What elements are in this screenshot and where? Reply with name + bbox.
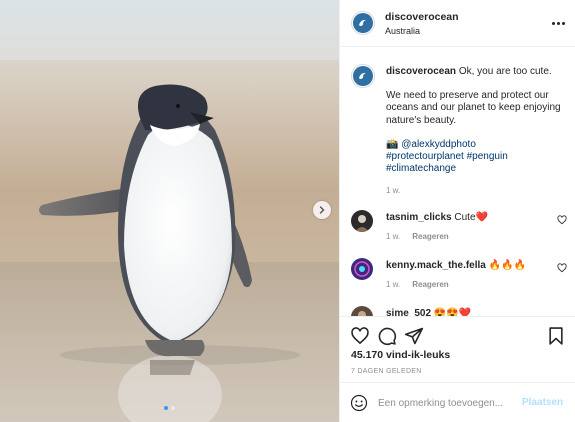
comment-meta: 1 w. Reageren xyxy=(386,280,449,289)
carousel-indicator xyxy=(164,406,175,410)
ocean-logo-icon xyxy=(359,72,366,79)
post-side-panel: discoverocean Australia discoverocean Ok… xyxy=(339,0,575,422)
camera-emoji: 📸 xyxy=(386,138,399,150)
avatar-image xyxy=(351,258,373,280)
comment-text: Cute❤️ xyxy=(454,212,488,223)
comment-body: tasnim_clicks Cute❤️ xyxy=(386,212,488,223)
comment-meta: 1 w. Reageren xyxy=(386,232,449,241)
post-date[interactable]: 7 DAGEN GELEDEN xyxy=(351,368,422,375)
comment-username[interactable]: kenny.mack_the.fella xyxy=(386,260,486,271)
comment-time[interactable]: 1 w. xyxy=(386,280,400,289)
comment-time[interactable]: 1 w. xyxy=(386,232,400,241)
caption-username[interactable]: discoverocean xyxy=(386,66,456,77)
carousel-dot-active xyxy=(164,406,168,410)
add-comment-bar: Plaatsen xyxy=(340,382,575,422)
likes-count[interactable]: 45.170 vind-ik-leuks xyxy=(351,349,450,361)
heart-icon[interactable] xyxy=(557,215,567,225)
action-bar: 45.170 vind-ik-leuks 7 DAGEN GELEDEN xyxy=(340,316,575,380)
heart-icon[interactable] xyxy=(557,263,567,273)
post-photo[interactable] xyxy=(0,0,339,422)
caption-time[interactable]: 1 w. xyxy=(386,186,400,195)
chevron-right-icon xyxy=(319,206,325,214)
avatar-image xyxy=(351,306,373,316)
avatar[interactable] xyxy=(351,210,373,232)
hashtags-line2[interactable]: #climatechange xyxy=(386,163,568,175)
comment-text: 😍😍❤️ xyxy=(433,308,472,316)
more-options-button[interactable] xyxy=(550,14,566,30)
instagram-post: discoverocean Australia discoverocean Ok… xyxy=(0,0,575,422)
caption: discoverocean Ok, you are too cute. We n… xyxy=(386,66,568,175)
comment-input[interactable] xyxy=(378,393,508,413)
avatar[interactable] xyxy=(351,258,373,280)
post-comment-button[interactable]: Plaatsen xyxy=(522,397,563,408)
bookmark-icon[interactable] xyxy=(546,326,566,346)
reply-button[interactable]: Reageren xyxy=(412,232,448,241)
comment-username[interactable]: sime_502 xyxy=(386,308,431,316)
comment-username[interactable]: tasnim_clicks xyxy=(386,212,452,223)
avatar-logo xyxy=(353,13,373,33)
avatar-image xyxy=(351,210,373,232)
penguin-photo xyxy=(0,0,339,422)
location[interactable]: Australia xyxy=(385,26,420,36)
avatar[interactable] xyxy=(351,306,373,316)
caption-paragraph: We need to preserve and protect our ocea… xyxy=(386,90,561,126)
comments-feed[interactable]: discoverocean Ok, you are too cute. We n… xyxy=(340,48,575,316)
ocean-logo-icon xyxy=(359,19,366,26)
more-dots-icon xyxy=(551,17,566,28)
comment-body: sime_502 😍😍❤️ xyxy=(386,308,471,316)
carousel-dot xyxy=(171,406,175,410)
carousel-next-button[interactable] xyxy=(313,201,331,219)
smiley-icon[interactable] xyxy=(350,394,368,412)
mention-link[interactable]: @alexkyddphoto xyxy=(401,139,476,150)
avatar-logo xyxy=(353,66,373,86)
comment-icon[interactable] xyxy=(377,326,397,346)
post-header: discoverocean Australia xyxy=(340,0,575,47)
comment-body: kenny.mack_the.fella 🔥🔥🔥 xyxy=(386,260,526,271)
comment-text: 🔥🔥🔥 xyxy=(488,260,527,271)
reply-button[interactable]: Reageren xyxy=(412,280,448,289)
heart-icon[interactable] xyxy=(350,326,370,346)
hashtags-line1[interactable]: #protectourplanet #penguin xyxy=(386,151,568,163)
caption-avatar[interactable] xyxy=(351,64,375,88)
paper-plane-icon[interactable] xyxy=(404,326,424,346)
caption-line1: Ok, you are too cute. xyxy=(458,66,552,77)
username[interactable]: discoverocean xyxy=(385,11,459,23)
avatar[interactable] xyxy=(351,11,375,35)
